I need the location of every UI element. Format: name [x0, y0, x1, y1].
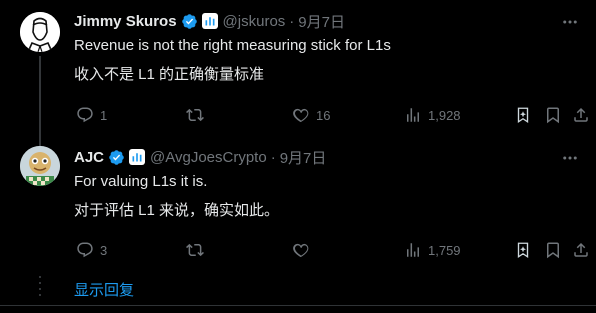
- share-button[interactable]: [572, 104, 590, 126]
- views-icon: [407, 243, 419, 257]
- more-options-icon[interactable]: [560, 148, 580, 168]
- like-count: 16: [316, 107, 331, 123]
- tweet-header: Jimmy Skuros @jskuros · 9月7日: [74, 11, 345, 31]
- retweet-button[interactable]: [186, 104, 210, 126]
- timestamp[interactable]: 9月7日: [280, 147, 327, 168]
- views-button[interactable]: 1,759: [404, 239, 461, 261]
- like-button[interactable]: [292, 239, 316, 261]
- more-options-icon[interactable]: [560, 12, 580, 32]
- bookmark-icon: [547, 242, 559, 259]
- bookmark-button[interactable]: [544, 104, 562, 126]
- reply-icon: [77, 107, 93, 123]
- handle[interactable]: @AvgJoesCrypto: [150, 149, 267, 166]
- heart-icon: [293, 108, 309, 123]
- reply-button[interactable]: 3: [76, 239, 107, 261]
- reply-icon: [77, 242, 93, 258]
- thread-continuation-dots: [39, 276, 41, 300]
- avatar[interactable]: [20, 146, 60, 186]
- heart-icon: [293, 243, 309, 258]
- reply-button[interactable]: 1: [76, 104, 107, 126]
- share-icon: [574, 107, 588, 122]
- views-count: 1,759: [428, 242, 461, 258]
- bookmark-button[interactable]: [544, 239, 562, 261]
- like-button[interactable]: 16: [292, 104, 330, 126]
- grok-icon: [517, 242, 529, 259]
- handle[interactable]: @jskuros: [223, 13, 286, 30]
- tweet-text-line: For valuing L1s it is.: [74, 173, 208, 190]
- retweet-button[interactable]: [186, 239, 210, 261]
- bookmark-grok-button[interactable]: [514, 239, 532, 261]
- verified-badge-icon: [108, 149, 125, 166]
- reply-count: 1: [100, 107, 108, 123]
- tweet-text-line: 收入不是 L1 的正确衡量标准: [74, 66, 265, 83]
- views-icon: [407, 108, 419, 122]
- retweet-icon: [186, 243, 204, 257]
- reply-count: 3: [100, 242, 108, 258]
- separator: ·: [270, 148, 276, 166]
- share-button[interactable]: [572, 239, 590, 261]
- views-count: 1,928: [428, 107, 461, 123]
- show-replies-link[interactable]: 显示回复: [74, 279, 134, 300]
- bookmark-icon: [547, 107, 559, 124]
- divider: [0, 305, 596, 306]
- retweet-icon: [186, 108, 204, 122]
- separator: ·: [289, 12, 295, 30]
- timestamp[interactable]: 9月7日: [298, 11, 345, 32]
- bookmark-grok-button[interactable]: [514, 104, 532, 126]
- grok-icon: [517, 107, 529, 124]
- display-name[interactable]: Jimmy Skuros: [74, 13, 177, 30]
- tweet-actions: 1 16 1,928: [74, 104, 588, 126]
- views-button[interactable]: 1,928: [404, 104, 461, 126]
- share-icon: [574, 242, 588, 257]
- tweet-actions: 3 1,759: [74, 239, 588, 261]
- affiliation-badge-icon[interactable]: [201, 13, 218, 29]
- affiliation-badge-icon[interactable]: [129, 149, 146, 165]
- avatar[interactable]: [20, 12, 60, 52]
- tweet-header: AJC @AvgJoesCrypto · 9月7日: [74, 147, 326, 167]
- verified-badge-icon: [181, 13, 198, 30]
- tweet-text-line: 对于评估 L1 来说，确实如此。: [74, 202, 280, 219]
- display-name[interactable]: AJC: [74, 149, 104, 166]
- tweet-text-line: Revenue is not the right measuring stick…: [74, 37, 391, 54]
